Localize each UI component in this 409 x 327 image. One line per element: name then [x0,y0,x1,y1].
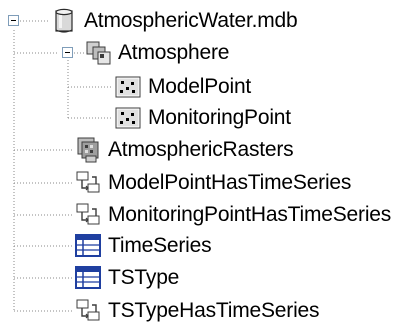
database-cylinder-icon [55,8,73,33]
feature-dataset-icon [86,41,111,65]
tree-node-label: TimeSeries [108,234,212,257]
tree-node-model-point[interactable]: ModelPoint [114,71,251,103]
relationship-class-icon [76,299,100,321]
table-icon [75,234,101,257]
table-icon [75,266,101,289]
tree-node-label: MonitoringPoint [148,106,291,129]
point-feature-class-icon [115,76,141,98]
catalog-tree: AtmosphericWater.mdb Atmosphere ModelPoi… [0,0,409,325]
tree-node-monitoring-point-has-time-series[interactable]: MonitoringPointHasTimeSeries [74,199,391,231]
tree-node-feature-dataset[interactable]: Atmosphere [84,37,229,69]
tree-node-model-point-has-time-series[interactable]: ModelPointHasTimeSeries [74,167,351,199]
tree-node-label: ModelPoint [148,75,252,98]
tree-node-label: ModelPointHasTimeSeries [108,171,352,194]
tree-node-label: TSTypeHasTimeSeries [108,299,320,322]
collapse-root-toggle[interactable] [8,15,20,27]
tree-node-label: AtmosphericWater.mdb [84,9,298,32]
tree-node-atmospheric-rasters[interactable]: AtmosphericRasters [74,134,294,166]
raster-catalog-icon [77,137,99,163]
tree-node-label: Atmosphere [118,41,230,64]
tree-node-ts-type[interactable]: TSType [74,262,179,294]
tree-node-label: AtmosphericRasters [108,138,294,161]
point-feature-class-icon [115,107,141,129]
tree-node-root-database[interactable]: AtmosphericWater.mdb [50,5,298,37]
tree-node-label: MonitoringPointHasTimeSeries [108,203,392,226]
tree-node-label: TSType [108,266,180,289]
collapse-dataset-toggle[interactable] [62,47,74,59]
relationship-class-icon [76,171,100,193]
tree-node-time-series[interactable]: TimeSeries [74,230,212,262]
tree-node-ts-type-has-time-series[interactable]: TSTypeHasTimeSeries [74,295,320,327]
tree-node-monitoring-point[interactable]: MonitoringPoint [114,102,291,134]
relationship-class-icon [76,203,100,225]
